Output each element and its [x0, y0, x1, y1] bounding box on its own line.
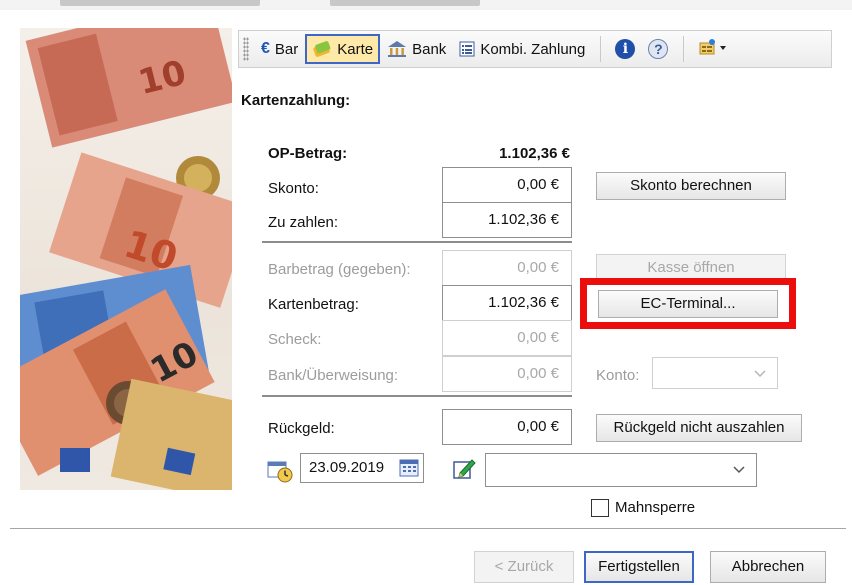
divider-bottom [262, 395, 572, 397]
bank-ueberweisung-field[interactable]: 0,00 € [442, 356, 572, 392]
edit-note-icon[interactable] [452, 457, 476, 481]
tab-karte-label: Karte [337, 40, 374, 58]
mahnsperre-label: Mahnsperre [615, 499, 696, 516]
calendar-picker-icon[interactable] [399, 458, 419, 482]
tab-karte[interactable]: Karte [305, 34, 381, 64]
card-icon [312, 40, 332, 58]
payment-toolbar: € Bar Karte Bank Kombi. Zahlung i ? [238, 30, 832, 68]
tab-bar-label: Bar [274, 40, 299, 58]
calendar-clock-icon [266, 458, 294, 484]
konto-label: Konto: [596, 367, 640, 384]
tab-kombi-zahlung[interactable]: Kombi. Zahlung [453, 34, 591, 64]
zu-zahlen-field: 1.102,36 € [442, 202, 572, 238]
zu-zahlen-label: Zu zahlen: [268, 214, 339, 231]
mahnsperre-checkbox[interactable] [591, 499, 609, 517]
barbetrag-field[interactable]: 0,00 € [442, 250, 572, 286]
tab-kombi-label: Kombi. Zahlung [480, 40, 586, 58]
skonto-label: Skonto: [268, 180, 319, 197]
info-icon: i [615, 39, 636, 59]
list-icon [459, 41, 475, 57]
skonto-field[interactable]: 0,00 € [442, 167, 572, 203]
help-icon: ? [648, 39, 669, 59]
rueckgeld-field: 0,00 € [442, 409, 572, 445]
note-select[interactable] [485, 453, 757, 487]
scheck-label: Scheck: [268, 331, 322, 348]
barbetrag-label: Barbetrag (gegeben): [268, 261, 411, 278]
back-button[interactable]: < Zurück [474, 551, 574, 583]
finish-button[interactable]: Fertigstellen [584, 551, 694, 583]
kartenbetrag-label: Kartenbetrag: [268, 296, 359, 313]
kartenbetrag-field[interactable]: 1.102,36 € [442, 285, 572, 321]
help-button[interactable]: ? [642, 34, 674, 64]
euro-icon: € [261, 40, 270, 57]
dropdown-grid-icon [698, 38, 728, 60]
divider-top [262, 241, 572, 243]
toolbar-separator-2 [683, 36, 685, 62]
toolbar-separator [600, 36, 602, 62]
footer-divider [10, 528, 846, 529]
section-title: Kartenzahlung: [241, 92, 351, 109]
chevron-down-icon [754, 370, 766, 378]
tab-bank[interactable]: Bank [381, 34, 452, 64]
highlight-box [580, 278, 796, 329]
tab-bar[interactable]: € Bar [255, 34, 304, 64]
bank-icon [387, 40, 407, 58]
rueckgeld-nicht-auszahlen-button[interactable]: Rückgeld nicht auszahlen [596, 414, 802, 442]
toolbar-grip[interactable] [243, 37, 249, 61]
scheck-field[interactable]: 0,00 € [442, 320, 572, 356]
bank-ueberweisung-label: Bank/Überweisung: [268, 367, 399, 384]
op-betrag-label: OP-Betrag: [268, 145, 348, 162]
date-field[interactable]: 23.09.2019 [300, 453, 424, 483]
euro-notes-photo: 10 10 20 10 [20, 28, 232, 490]
skonto-berechnen-button[interactable]: Skonto berechnen [596, 172, 786, 200]
window-title-strip [0, 0, 852, 10]
options-dropdown-button[interactable] [692, 34, 734, 64]
info-button[interactable]: i [609, 34, 641, 64]
chevron-down-icon [733, 466, 745, 474]
konto-select[interactable] [652, 357, 778, 389]
date-value: 23.09.2019 [309, 459, 385, 476]
op-betrag-value: 1.102,36 € [499, 145, 570, 162]
cancel-button[interactable]: Abbrechen [710, 551, 826, 583]
tab-bank-label: Bank [412, 40, 447, 58]
rueckgeld-label: Rückgeld: [268, 420, 335, 437]
